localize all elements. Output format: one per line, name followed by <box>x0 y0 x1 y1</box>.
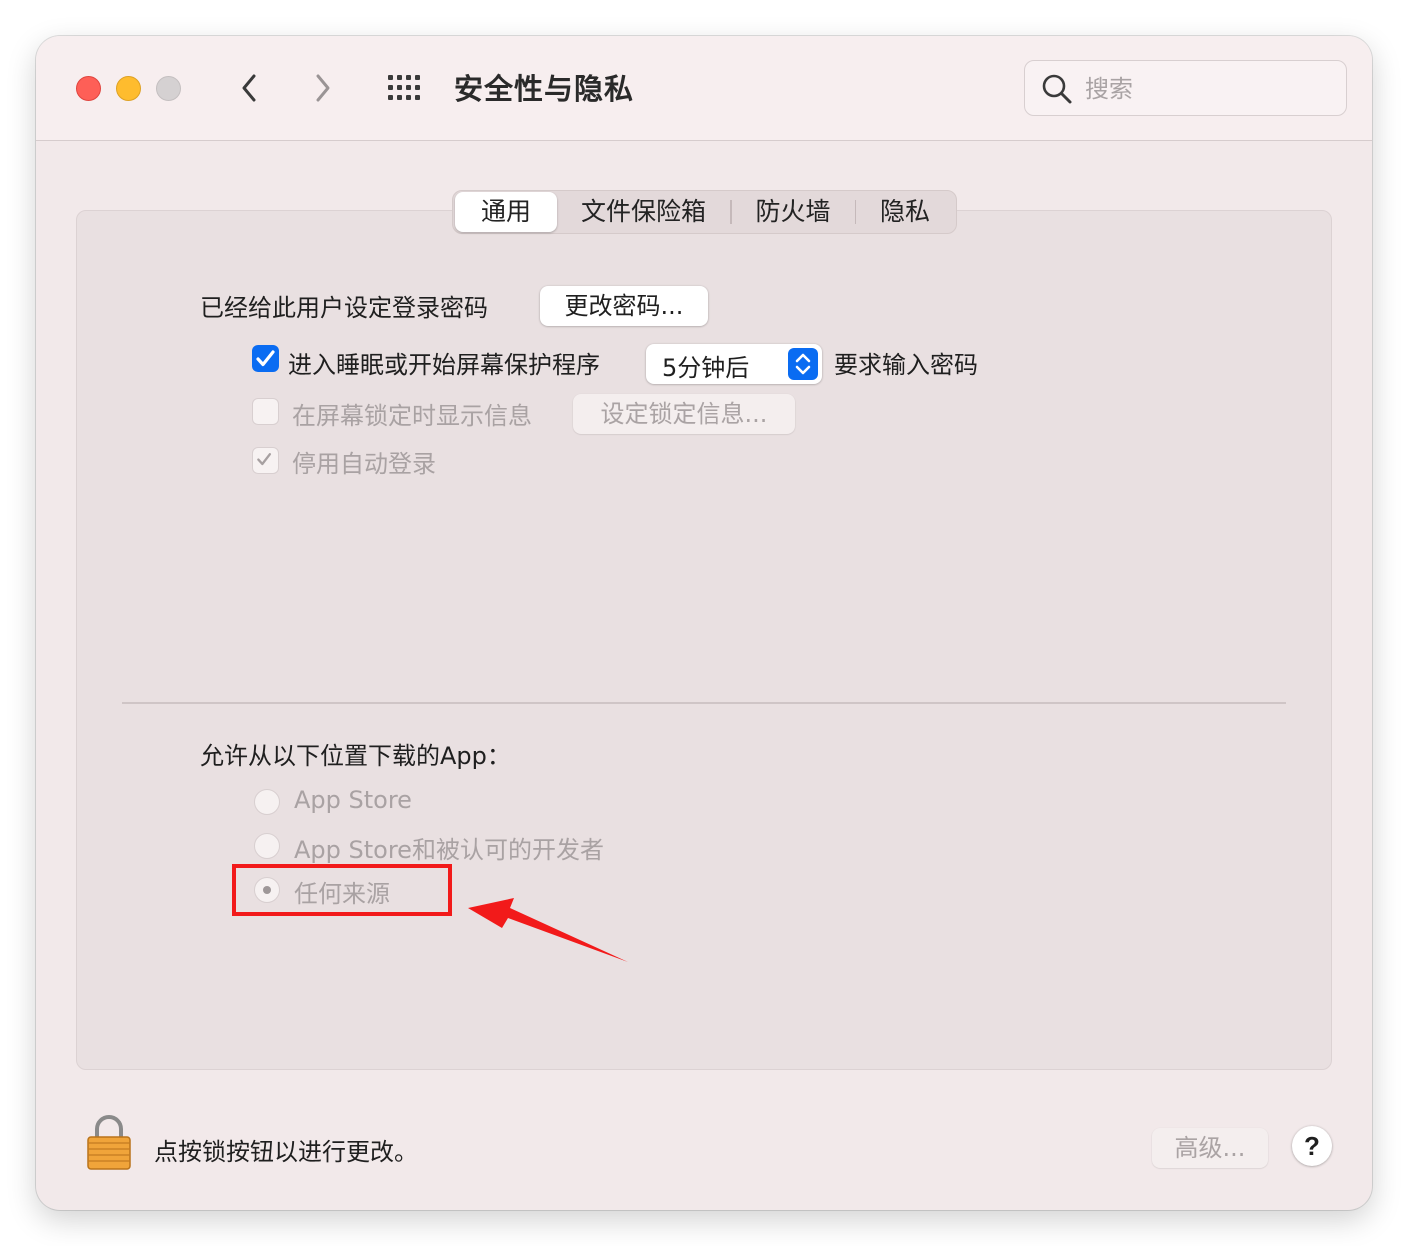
minimize-window-button[interactable] <box>116 76 141 101</box>
checkmark-icon <box>257 453 272 466</box>
back-arrow-icon[interactable] <box>236 70 264 106</box>
radio-app-store-identified[interactable] <box>254 833 280 859</box>
tab-general[interactable]: 通用 <box>455 192 558 232</box>
lock-icon[interactable] <box>84 1112 134 1172</box>
search-icon <box>1042 74 1072 104</box>
show-all-grid-icon[interactable] <box>386 73 426 103</box>
require-password-suffix: 要求输入密码 <box>834 351 978 379</box>
lock-hint-label: 点按锁按钮以进行更改。 <box>154 1138 418 1166</box>
close-window-button[interactable] <box>76 76 101 101</box>
search-field[interactable] <box>1024 60 1347 116</box>
window-title: 安全性与隐私 <box>454 72 635 106</box>
preferences-window: 安全性与隐私 通用 文件保险箱 防火墙 隐私 已经给此用户设定登录密码 更改密码… <box>36 36 1372 1210</box>
tab-firewall[interactable]: 防火墙 <box>732 192 855 232</box>
password-delay-value: 5分钟后 <box>662 354 750 382</box>
help-button[interactable]: ? <box>1292 1126 1332 1166</box>
tab-privacy[interactable]: 隐私 <box>856 192 954 232</box>
annotation-highlight-box <box>232 864 452 916</box>
disable-auto-login-checkbox[interactable] <box>252 447 279 474</box>
forward-arrow-icon[interactable] <box>308 70 336 106</box>
section-divider <box>122 702 1286 704</box>
stepper-chevrons-icon <box>788 348 818 380</box>
search-input[interactable] <box>1085 71 1325 107</box>
annotation-arrow-icon <box>468 898 628 962</box>
password-delay-select[interactable]: 5分钟后 <box>646 344 822 384</box>
zoom-window-button[interactable] <box>156 76 181 101</box>
title-bar: 安全性与隐私 <box>36 36 1372 141</box>
lock-message-label: 在屏幕锁定时显示信息 <box>292 402 532 430</box>
radio-app-store-identified-label: App Store和被认可的开发者 <box>294 836 604 864</box>
tab-filevault[interactable]: 文件保险箱 <box>557 192 730 232</box>
change-password-button[interactable]: 更改密码... <box>540 286 708 326</box>
radio-app-store[interactable] <box>254 789 280 815</box>
tab-bar: 通用 文件保险箱 防火墙 隐私 <box>452 190 958 234</box>
checkmark-icon <box>256 350 275 367</box>
require-password-checkbox[interactable] <box>252 345 279 372</box>
general-panel <box>76 210 1332 1070</box>
lock-message-checkbox[interactable] <box>252 398 279 425</box>
allow-downloads-heading: 允许从以下位置下载的App： <box>200 742 511 770</box>
disable-auto-login-label: 停用自动登录 <box>292 450 436 478</box>
advanced-button[interactable]: 高级... <box>1152 1128 1268 1168</box>
set-lock-message-button[interactable]: 设定锁定信息... <box>573 394 795 434</box>
radio-app-store-label: App Store <box>294 786 412 814</box>
password-set-label: 已经给此用户设定登录密码 <box>200 294 488 322</box>
require-password-label: 进入睡眠或开始屏幕保护程序 <box>288 351 600 379</box>
